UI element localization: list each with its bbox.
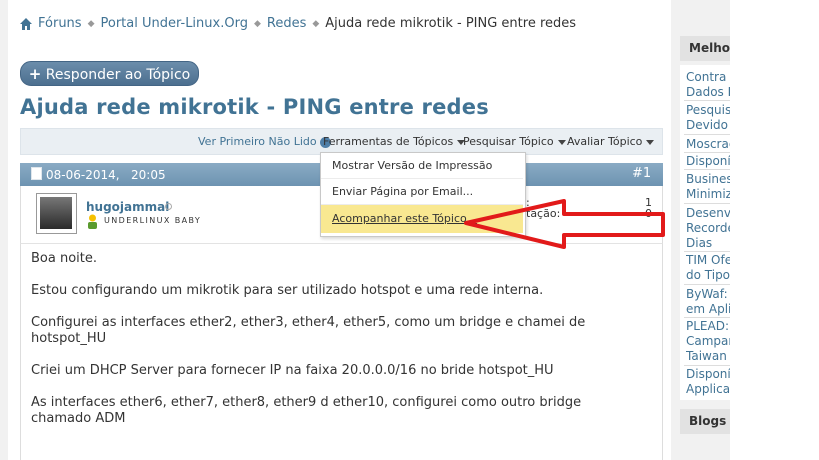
username-link[interactable]: hugojammal — [86, 200, 169, 214]
sidebar-news-line: Dias — [686, 236, 713, 250]
sidebar-news-line: Desenvo — [686, 206, 730, 220]
sidebar-divider — [684, 251, 730, 252]
breadcrumb-separator-icon: ◆ — [312, 18, 320, 29]
sidebar-news-link[interactable]: Disponív — [686, 154, 730, 169]
red-arrow-annotation — [464, 199, 665, 249]
sidebar-news-link[interactable]: PesquisDevido a — [686, 103, 730, 133]
first-unread-link[interactable]: Ver Primeiro Não Lido — [198, 135, 331, 148]
post-time-value: 20:05 — [131, 168, 166, 182]
sidebar-news-line: Dados F — [686, 85, 730, 99]
sidebar-news-line: Moscrac — [686, 137, 730, 151]
sidebar-news-link[interactable]: Moscrac — [686, 137, 730, 152]
breadcrumb-current: Ajuda rede mikrotik - PING entre redes — [325, 16, 577, 31]
post-paragraph: Configurei as interfaces ether2, ether3,… — [31, 315, 586, 346]
thread-title: Ajuda rede mikrotik - PING entre redes — [20, 95, 489, 119]
sidebar-news-line: ByWaf: — [686, 287, 728, 301]
sidebar-divider — [684, 169, 730, 170]
sidebar-news-link[interactable]: DesenvoRecordeDias — [686, 206, 730, 251]
post-body — [20, 244, 663, 460]
breadcrumb: Fóruns ◆ Portal Under-Linux.Org ◆ Redes … — [20, 16, 576, 31]
page-gutter — [672, 0, 680, 460]
post-date-value: 08-06-2014, — [46, 168, 120, 182]
post-paragraph: Criei um DHCP Server para fornecer IP na… — [31, 363, 554, 378]
sidebar-divider — [684, 134, 730, 135]
breadcrumb-link-portal[interactable]: Portal Under-Linux.Org — [101, 16, 248, 31]
sidebar-divider — [684, 203, 730, 204]
breadcrumb-separator-icon: ◆ — [253, 18, 261, 29]
sidebar-divider — [684, 317, 730, 318]
rate-thread-label: Avaliar Tópico — [567, 135, 643, 148]
sidebar-news-line: Taiwan — [686, 349, 727, 363]
search-thread-label: Pesquisar Tópico — [463, 135, 554, 148]
sidebar-news-line: Campar — [686, 334, 730, 348]
sidebar-news-line: Devido a — [686, 118, 730, 132]
reply-button-label: Responder ao Tópico — [45, 67, 191, 83]
document-icon — [31, 167, 42, 180]
sidebar-header-blogs: Blogs — [680, 409, 730, 434]
sidebar-news-link[interactable]: Busines Minimiz — [686, 172, 730, 202]
sidebar-news-line: Busines — [686, 172, 730, 186]
chevron-down-icon — [557, 139, 566, 145]
user-title: UNDERLINUX BABY — [104, 216, 202, 225]
rate-thread-menu[interactable]: Avaliar Tópico — [567, 135, 655, 148]
sidebar-news-link[interactable]: DisponívApplicat — [686, 367, 730, 397]
breadcrumb-link-forums[interactable]: Fóruns — [38, 16, 82, 31]
breadcrumb-separator-icon: ◆ — [87, 18, 95, 29]
sidebar-news-link[interactable]: PLEAD: Campar Taiwan — [686, 319, 730, 364]
user-rank-icon — [88, 214, 97, 229]
sidebar-news-line: PLEAD: — [686, 319, 729, 333]
sidebar-news-link[interactable]: TIM Ofe do Tipo — [686, 253, 730, 283]
post-date: 08-06-2014, 20:05 — [31, 167, 166, 182]
sidebar-header-best: Melhor — [680, 36, 730, 61]
sidebar-news-line: Disponív — [686, 154, 730, 168]
chevron-down-icon — [646, 139, 655, 145]
sidebar-news-line: em Apli — [686, 302, 730, 316]
post-number-link[interactable]: #1 — [632, 166, 651, 181]
post-paragraph: Estou configurando um mikrotik para ser … — [31, 283, 544, 298]
sidebar-news-line: Applicat — [686, 382, 730, 396]
sidebar-news-line: Recorde — [686, 221, 730, 235]
sidebar-news-line: Minimiz — [686, 187, 730, 201]
sidebar-divider — [684, 365, 730, 366]
sidebar-divider — [684, 152, 730, 153]
sidebar-divider — [684, 100, 730, 101]
sidebar-divider — [684, 284, 730, 285]
sidebar-news-line: TIM Ofe — [686, 253, 730, 267]
sidebar-news-line: Contra A — [686, 70, 730, 84]
sidebar-news-line: Disponív — [686, 367, 730, 381]
avatar-silhouette — [40, 197, 72, 229]
menu-item-print-version[interactable]: Mostrar Versão de Impressão — [321, 153, 523, 179]
home-icon[interactable] — [20, 17, 32, 30]
offline-status-icon — [165, 203, 172, 210]
first-unread-label: Ver Primeiro Não Lido — [198, 135, 317, 148]
sidebar-news-link[interactable]: ByWaf: em Apli — [686, 287, 730, 317]
sidebar-news-link[interactable]: Contra ADados F — [686, 70, 730, 100]
thread-tools-label: Ferramentas de Tópicos — [323, 135, 454, 148]
thread-tools-menu[interactable]: Ferramentas de Tópicos — [323, 135, 466, 148]
breadcrumb-link-networks[interactable]: Redes — [267, 16, 306, 31]
sidebar-news-line: Pesquis — [686, 103, 730, 117]
plus-icon: + — [28, 65, 42, 83]
post-paragraph: As interfaces ether6, ether7, ether8, et… — [31, 395, 582, 426]
reply-to-thread-button[interactable]: + Responder ao Tópico — [20, 61, 199, 86]
search-thread-menu[interactable]: Pesquisar Tópico — [463, 135, 566, 148]
sidebar-news-line: do Tipo — [686, 268, 730, 282]
